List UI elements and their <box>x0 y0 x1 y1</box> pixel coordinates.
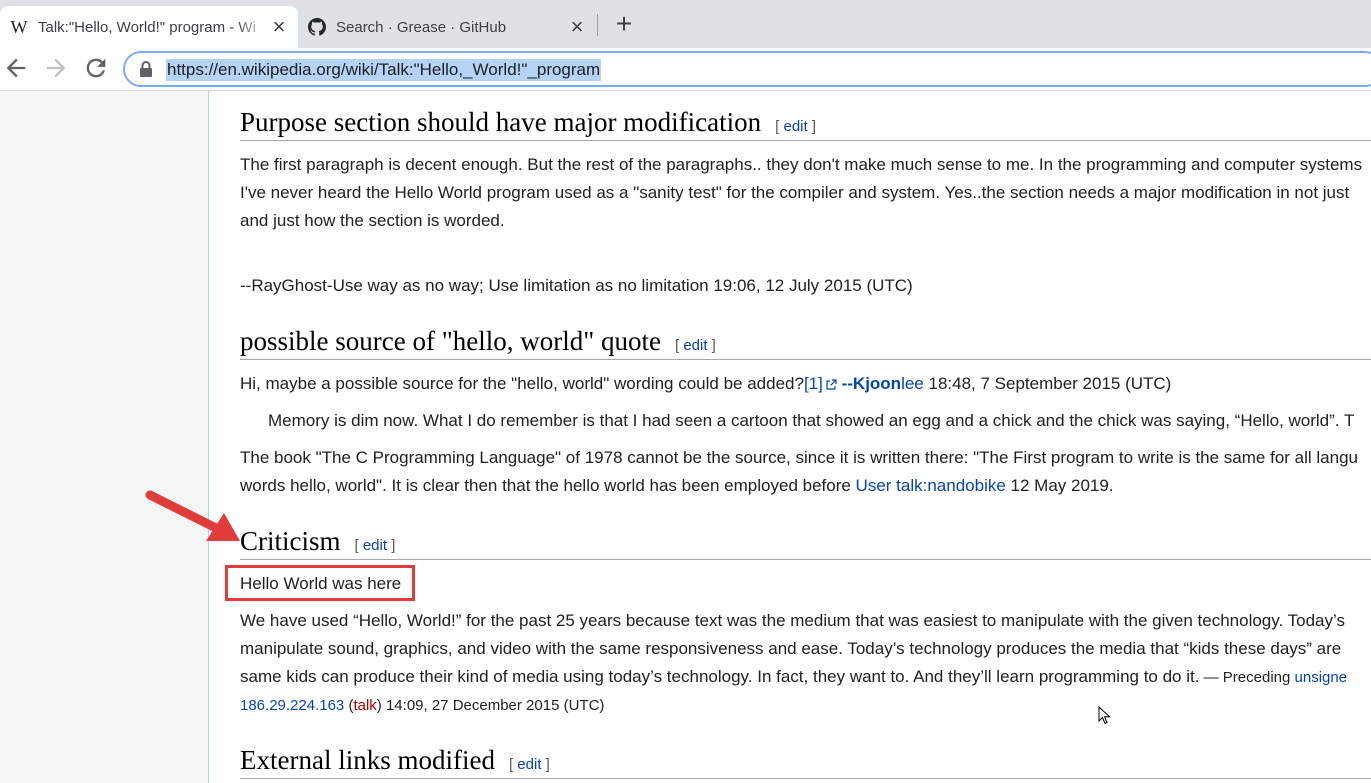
signature-line: 186.29.224.163 (talk) 14:09, 27 December… <box>240 697 605 714</box>
edit-link[interactable]: edit <box>363 537 387 554</box>
heading-text: Purpose section should have major modifi… <box>240 107 762 137</box>
paragraph-line: The first paragraph is decent enough. Bu… <box>240 155 1363 174</box>
edit-section-link: [ edit ] <box>674 337 716 354</box>
comment-text: Hi, maybe a possible source for the "hel… <box>240 374 804 393</box>
wiki-sidebar <box>0 91 208 783</box>
paragraph-line: same kids can produce their kind of medi… <box>240 663 1347 692</box>
reload-button[interactable] <box>82 54 110 82</box>
user-link-kjoon[interactable]: --Kjoon <box>842 374 901 393</box>
tab-strip: W Talk:"Hello, World!" program - Wi × Se… <box>0 0 1371 48</box>
preceding-text: — Preceding <box>1199 669 1295 686</box>
indented-comment: Memory is dim now. What I do remember is… <box>268 411 1355 430</box>
unsigned-link[interactable]: unsigne <box>1295 669 1348 686</box>
edit-section-link: [ edit ] <box>508 756 550 773</box>
timestamp: 18:48, 7 September 2015 (UTC) <box>923 374 1172 393</box>
timestamp: 14:09, 27 December 2015 (UTC) <box>381 697 605 714</box>
comment-line: words hello, world". It is clear then th… <box>240 472 1114 500</box>
tab-github-search[interactable]: Search · Grease · GitHub × <box>298 6 596 48</box>
paragraph-line: We have used “Hello, World!” for the pas… <box>240 611 1345 630</box>
edit-link[interactable]: edit <box>683 337 707 354</box>
github-icon <box>308 18 326 36</box>
wikipedia-icon: W <box>10 16 28 37</box>
content-border <box>208 91 209 783</box>
comment-text: words hello, world". It is clear then th… <box>240 476 856 495</box>
tab-wikipedia-talk[interactable]: W Talk:"Hello, World!" program - Wi × <box>0 6 298 48</box>
annotation-highlight-box <box>225 565 415 601</box>
tab-separator <box>597 14 598 36</box>
forward-arrow-icon <box>46 58 66 78</box>
url-text[interactable]: https://en.wikipedia.org/wiki/Talk:"Hell… <box>166 59 602 81</box>
back-button[interactable] <box>2 54 30 82</box>
browser-toolbar: https://en.wikipedia.org/wiki/Talk:"Hell… <box>0 48 1371 91</box>
edit-link[interactable]: edit <box>517 756 541 773</box>
tab-title: Search · Grease · GitHub <box>336 18 507 36</box>
edit-section-link: [ edit ] <box>775 118 817 135</box>
user-link-lee[interactable]: lee <box>901 374 924 393</box>
tab-title: Talk:"Hello, World!" program - Wi <box>38 18 256 36</box>
annotation-arrow-icon <box>145 490 240 541</box>
new-tab-button[interactable]: + <box>610 9 638 39</box>
section-heading-criticism: Criticism [ edit ] <box>240 526 1371 560</box>
mouse-cursor-icon <box>1098 706 1111 725</box>
user-talk-link[interactable]: User talk:nandobike <box>856 476 1006 495</box>
heading-text: possible source of "hello, world" quote <box>240 326 661 356</box>
signature-line: --RayGhost-Use way as no way; Use limita… <box>240 276 913 295</box>
external-link-icon <box>826 378 837 390</box>
reference-link[interactable]: [1] <box>804 374 823 393</box>
heading-text: External links modified <box>240 745 495 775</box>
close-tab-icon[interactable]: × <box>568 16 586 38</box>
section-heading-external-links: External links modified [ edit ] <box>240 745 1371 779</box>
paragraph-text: same kids can produce their kind of medi… <box>240 667 1200 686</box>
edit-section-link: [ edit ] <box>354 537 396 554</box>
back-arrow-icon <box>6 58 26 78</box>
address-bar[interactable]: https://en.wikipedia.org/wiki/Talk:"Hell… <box>123 51 1371 87</box>
comment-line: The book "The C Programming Language" of… <box>240 448 1358 467</box>
talk-page-content: Purpose section should have major modifi… <box>240 91 1371 783</box>
lock-icon <box>140 61 152 77</box>
reload-icon <box>86 58 106 78</box>
paragraph-line: manipulate sound, graphics, and video wi… <box>240 639 1342 658</box>
talk-link[interactable]: talk <box>353 697 376 714</box>
forward-button[interactable] <box>42 54 70 82</box>
ip-link[interactable]: 186.29.224.163 <box>240 697 344 714</box>
section-heading-purpose: Purpose section should have major modifi… <box>240 107 1371 141</box>
edit-link[interactable]: edit <box>784 118 808 135</box>
section-heading-possible-source: possible source of "hello, world" quote [… <box>240 326 1371 360</box>
paragraph-line: and just how the section is worded. <box>240 211 505 230</box>
close-tab-icon[interactable]: × <box>270 16 288 38</box>
comment-line: Hi, maybe a possible source for the "hel… <box>240 370 1171 398</box>
timestamp: 12 May 2019. <box>1005 476 1114 495</box>
heading-text: Criticism <box>240 526 341 556</box>
paragraph-line: I've never heard the Hello World program… <box>240 183 1350 202</box>
